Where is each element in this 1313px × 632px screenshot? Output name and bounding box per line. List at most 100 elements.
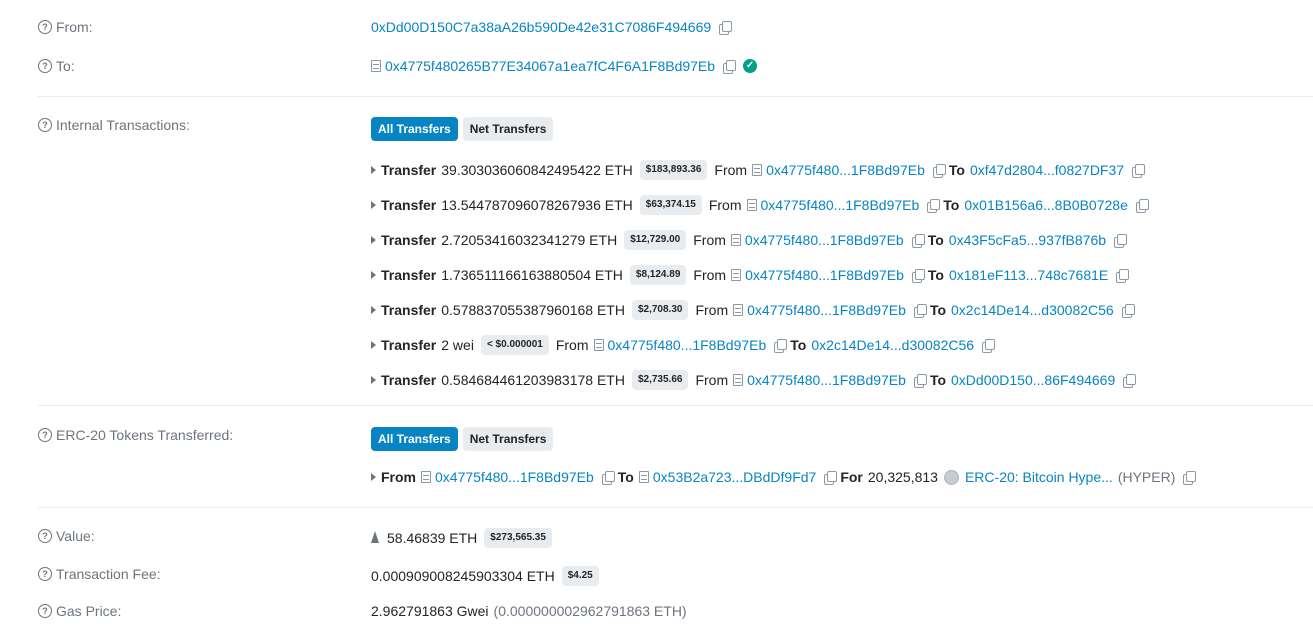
from-keyword: From [381, 469, 416, 485]
contract-icon [752, 164, 763, 176]
copy-icon[interactable] [1132, 163, 1146, 178]
to-keyword: To [929, 372, 947, 388]
erc20-buttons: All Transfers Net Transfers [371, 427, 558, 451]
to-keyword: To [929, 302, 947, 318]
transfer-from-link[interactable]: 0x4775f480...1F8Bd97Eb [745, 267, 904, 283]
transfer-from-link[interactable]: 0x4775f480...1F8Bd97Eb [761, 197, 920, 213]
transfer-to-link[interactable]: 0xf47d2804...f0827DF37 [970, 162, 1124, 178]
transfer-from-link[interactable]: 0x4775f480...1F8Bd97Eb [747, 302, 906, 318]
internal-transfer-row: Transfer 0.578837055387960168 ETH $2,708.3… [0, 300, 1313, 320]
expand-arrow-icon[interactable] [371, 166, 376, 174]
copy-icon[interactable] [1114, 233, 1128, 248]
all-transfers-button[interactable]: All Transfers [371, 117, 458, 141]
copy-icon[interactable] [1121, 303, 1135, 318]
expand-arrow-icon[interactable] [371, 236, 376, 244]
from-address-link[interactable]: 0xDd00D150C7a38aA26b590De42e31C7086F4946… [371, 19, 711, 35]
transfer-to-link[interactable]: 0x181eF113...748c7681E [949, 267, 1108, 283]
transfer-to-link[interactable]: 0x2c14De14...d30082C56 [951, 302, 1114, 318]
fee-row: ? Transaction Fee: 0.000909008245903304 … [0, 566, 1313, 586]
internal-transfer: Transfer 1.736511166163880504 ETH $8,124.8… [371, 265, 1130, 285]
from-keyword: From [693, 232, 726, 248]
for-keyword: For [840, 469, 863, 485]
internal-transfer-row: Transfer 2 wei < $0.000001 From 0x4775f480..… [0, 335, 1313, 355]
contract-icon [421, 471, 431, 483]
internal-transfer: Transfer 13.544787096078267936 ETH $63,374… [371, 195, 1149, 215]
question-icon: ? [38, 604, 52, 618]
internal-transfer: Transfer 2.72053416032341279 ETH $12,729.0… [371, 230, 1128, 250]
copy-icon[interactable] [927, 198, 941, 213]
to-label: To: [56, 58, 75, 74]
copy-icon[interactable] [913, 373, 927, 388]
expand-arrow-icon[interactable] [371, 376, 376, 384]
copy-icon[interactable] [911, 268, 925, 283]
transfer-to-link[interactable]: 0x43F5cFa5...937fB876b [949, 232, 1106, 248]
copy-icon[interactable] [982, 338, 996, 353]
to-address-link[interactable]: 0x4775f480265B77E34067a1ea7fC4F6A1F8Bd97… [385, 58, 715, 74]
erc20-token-link[interactable]: ERC-20: Bitcoin Hype... [965, 469, 1113, 485]
transfer-from-link[interactable]: 0x4775f480...1F8Bd97Eb [608, 337, 767, 353]
question-icon: ? [38, 428, 52, 442]
internal-transfer: Transfer 0.578837055387960168 ETH $2,708.3… [371, 300, 1135, 320]
to-row: ? To: 0x4775f480265B77E34067a1ea7fC4F6A1… [0, 58, 1313, 78]
copy-icon[interactable] [913, 303, 927, 318]
copy-icon[interactable] [723, 59, 737, 74]
copy-icon[interactable] [824, 470, 838, 485]
transfer-from-link[interactable]: 0x4775f480...1F8Bd97Eb [766, 162, 925, 178]
transfer-to-link[interactable]: 0x01B156a6...8B0B0728e [964, 197, 1127, 213]
erc20-to-link[interactable]: 0x53B2a723...DBdDf9Fd7 [653, 469, 816, 485]
copy-icon[interactable] [1123, 373, 1137, 388]
copy-icon[interactable] [601, 470, 615, 485]
contract-icon [371, 60, 381, 72]
expand-arrow-icon[interactable] [371, 201, 376, 209]
transfer-from-link[interactable]: 0x4775f480...1F8Bd97Eb [745, 232, 904, 248]
expand-arrow-icon[interactable] [371, 473, 376, 481]
gas-amount: 2.962791863 Gwei [371, 603, 489, 619]
fee-amount-group: 0.000909008245903304 ETH $4.25 [371, 566, 606, 586]
from-keyword: From [695, 302, 729, 318]
transfer-keyword: Transfer [381, 232, 437, 248]
erc20-label: ERC-20 Tokens Transferred: [56, 427, 234, 443]
transfer-to-link[interactable]: 0x2c14De14...d30082C56 [811, 337, 974, 353]
question-icon: ? [38, 20, 52, 34]
erc20-token-symbol: (HYPER) [1117, 469, 1176, 485]
to-keyword: To [943, 197, 960, 213]
erc20-from-link[interactable]: 0x4775f480...1F8Bd97Eb [435, 469, 594, 485]
contract-icon [593, 339, 604, 351]
copy-icon[interactable] [719, 20, 733, 35]
from-keyword: From [714, 162, 748, 178]
from-label: From: [56, 19, 93, 35]
copy-icon[interactable] [1183, 470, 1197, 485]
erc20-all-transfers-button[interactable]: All Transfers [371, 427, 458, 451]
transfer-usd-badge: $2,735.66 [631, 370, 689, 390]
erc20-label-group: ? ERC-20 Tokens Transferred: [38, 427, 233, 443]
erc20-header: ? ERC-20 Tokens Transferred: All Transfe… [0, 427, 1313, 451]
from-keyword: From [708, 197, 742, 213]
transfer-to-link[interactable]: 0xDd00D150...86F494669 [951, 372, 1115, 388]
value-label-group: ? Value: [38, 528, 95, 544]
copy-icon[interactable] [774, 338, 788, 353]
expand-arrow-icon[interactable] [371, 306, 376, 314]
erc20-net-transfers-button[interactable]: Net Transfers [462, 427, 554, 451]
value-usd-badge: $273,565.35 [484, 528, 552, 548]
value-amount: 58.46839 ETH [387, 530, 478, 546]
transfer-amount: 2.72053416032341279 ETH [441, 232, 618, 248]
token-logo-icon [943, 469, 959, 485]
copy-icon[interactable] [1135, 198, 1149, 213]
transfer-amount: 0.578837055387960168 ETH [441, 302, 625, 318]
divider [38, 96, 1313, 97]
transfer-keyword: Transfer [381, 302, 437, 318]
expand-arrow-icon[interactable] [371, 341, 376, 349]
internal-tx-header: ? Internal Transactions: All Transfers N… [0, 117, 1313, 141]
transfer-keyword: Transfer [381, 337, 437, 353]
net-transfers-button[interactable]: Net Transfers [462, 117, 554, 141]
from-row: ? From: 0xDd00D150C7a38aA26b590De42e31C7… [0, 19, 1313, 39]
to-keyword: To [927, 267, 944, 283]
copy-icon[interactable] [1116, 268, 1130, 283]
transfer-from-link[interactable]: 0x4775f480...1F8Bd97Eb [747, 372, 906, 388]
internal-tx-label: Internal Transactions: [56, 117, 190, 133]
copy-icon[interactable] [911, 233, 925, 248]
expand-arrow-icon[interactable] [371, 271, 376, 279]
fee-usd-badge: $4.25 [561, 566, 599, 586]
copy-icon[interactable] [932, 163, 946, 178]
internal-transfer-row: Transfer 39.303036060842495422 ETH $183,89… [0, 160, 1313, 180]
